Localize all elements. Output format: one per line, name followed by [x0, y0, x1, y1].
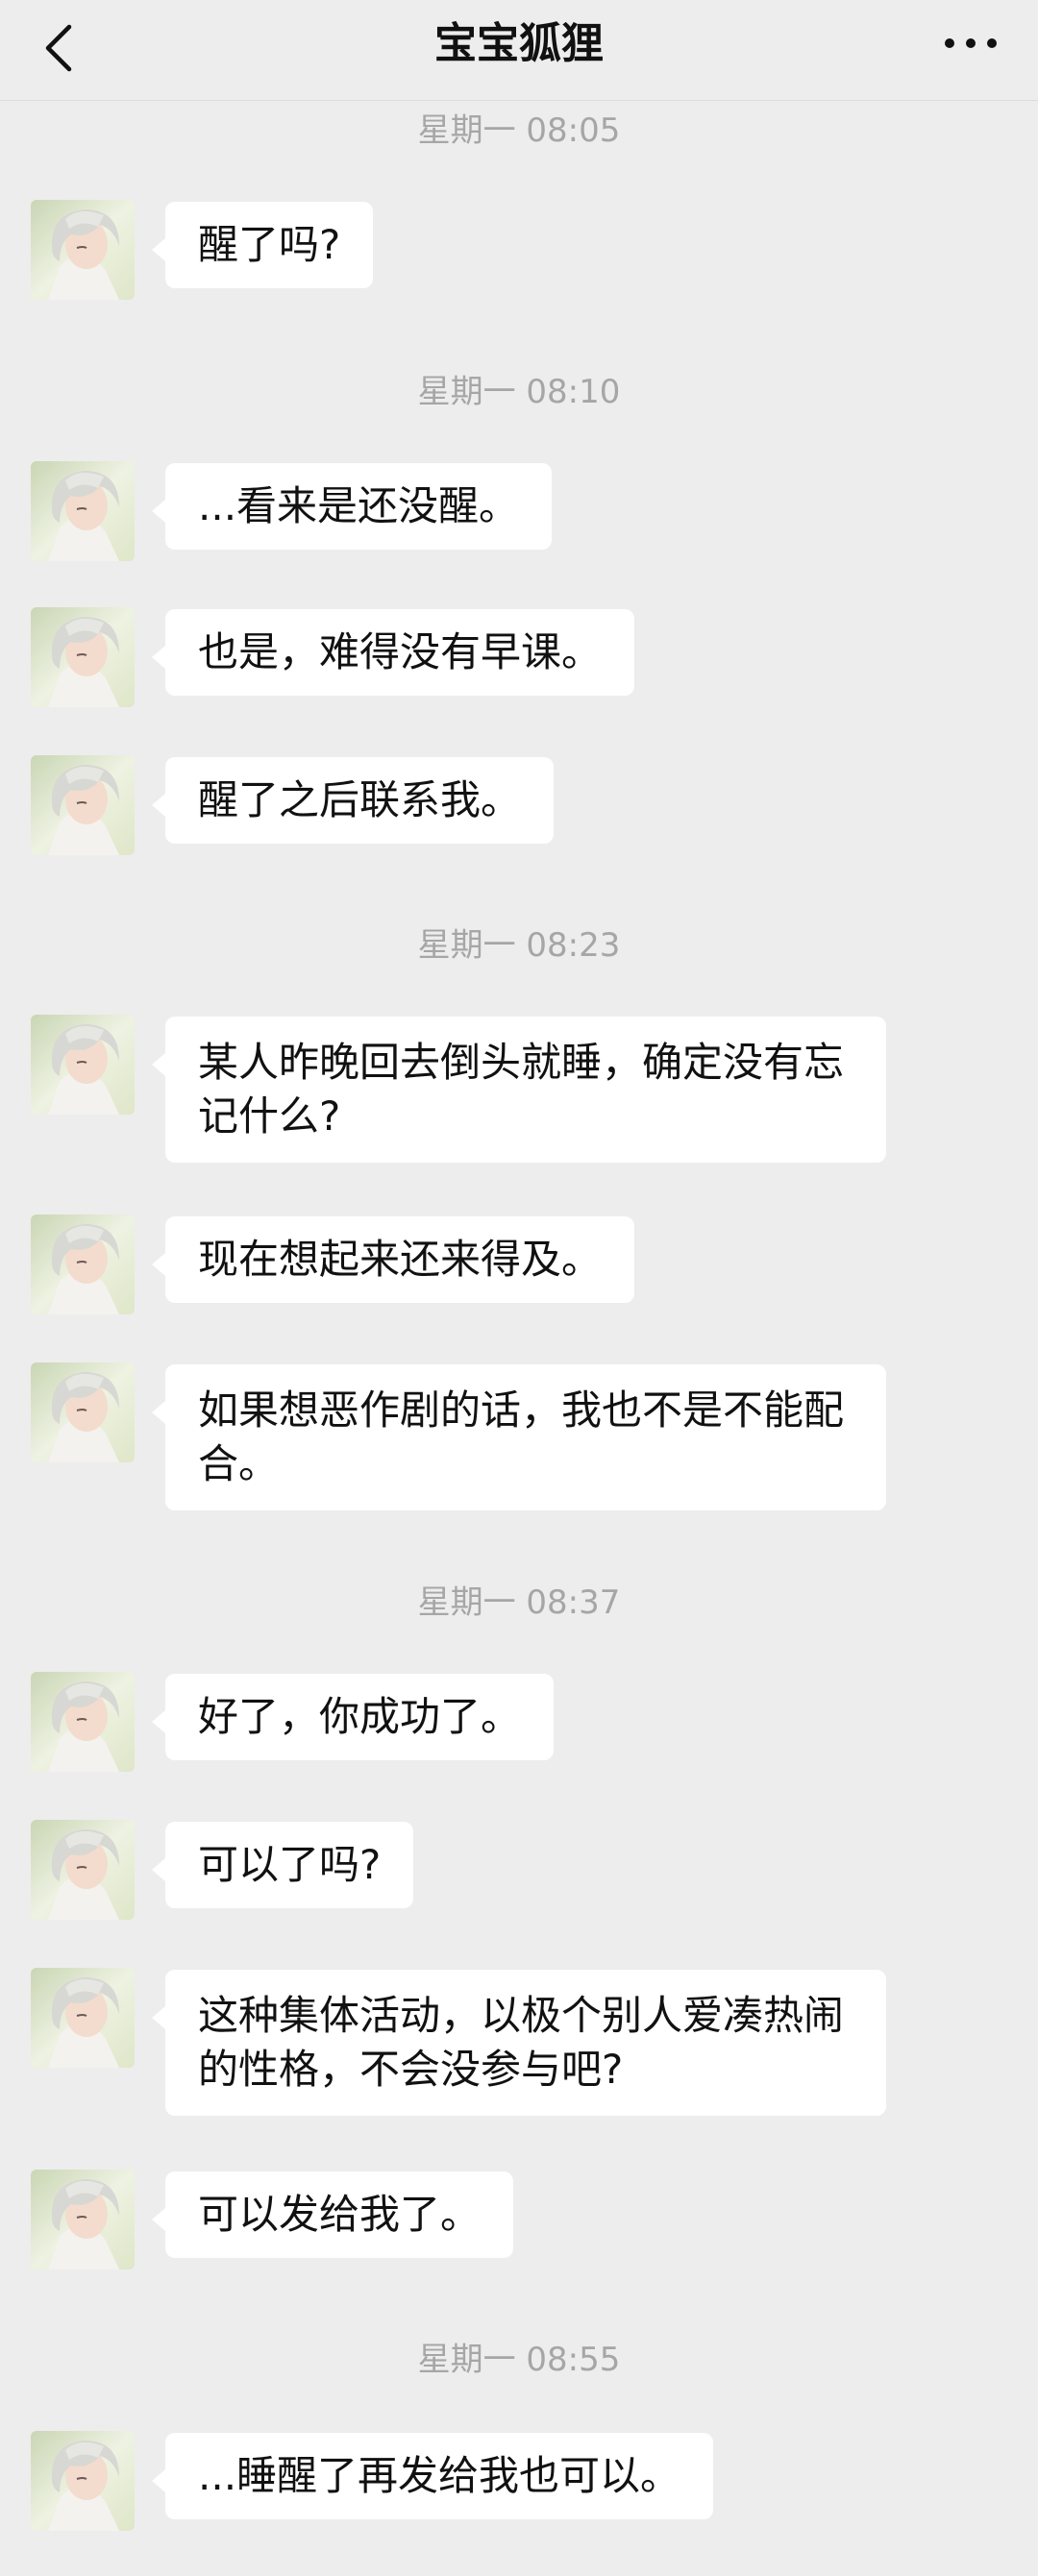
timestamp: 星期一 08:10 [417, 373, 621, 411]
message-bubble[interactable]: ...睡醒了再发给我也可以。 [151, 2433, 714, 2519]
message-bubble[interactable]: 现在想起来还来得及。 [151, 1216, 635, 1303]
avatar[interactable] [31, 1820, 135, 1920]
message-bubble[interactable]: 可以发给我了。 [151, 2171, 514, 2258]
avatar[interactable] [31, 2431, 135, 2531]
chat-title: 宝宝狐狸 [434, 19, 604, 68]
timestamp: 星期一 08:05 [417, 111, 621, 150]
nav-bar: 宝宝狐狸 [0, 0, 1038, 101]
avatar[interactable] [31, 1214, 135, 1314]
message-bubble[interactable]: 醒了之后联系我。 [151, 757, 555, 844]
avatar[interactable] [31, 1672, 135, 1772]
message-bubble[interactable]: 醒了吗? [151, 202, 374, 288]
message-bubble[interactable]: 如果想恶作剧的话，我也不是不能配合。 [152, 1364, 886, 1510]
timestamp: 星期一 08:55 [417, 2341, 621, 2379]
avatar[interactable] [31, 2170, 135, 2269]
message-bubble[interactable]: 好了，你成功了。 [151, 1674, 555, 1760]
avatar[interactable] [31, 1015, 135, 1115]
avatar[interactable] [31, 461, 135, 561]
avatar[interactable] [31, 1968, 135, 2068]
message-bubble[interactable]: 可以了吗? [151, 1822, 414, 1908]
avatar[interactable] [31, 607, 135, 707]
timestamp: 星期一 08:23 [417, 926, 621, 965]
message-bubble[interactable]: 这种集体活动，以极个别人爱凑热闹的性格，不会没参与吧? [152, 1970, 886, 2116]
message-bubble[interactable]: 某人昨晚回去倒头就睡，确定没有忘记什么? [152, 1017, 886, 1163]
timestamp: 星期一 08:37 [417, 1583, 621, 1622]
more-horizontal-icon[interactable] [942, 29, 1000, 58]
message-bubble[interactable]: 也是，难得没有早课。 [151, 609, 635, 696]
avatar[interactable] [31, 1362, 135, 1462]
message-bubble[interactable]: ...看来是还没醒。 [151, 463, 553, 550]
avatar[interactable] [31, 755, 135, 855]
avatar[interactable] [31, 200, 135, 300]
